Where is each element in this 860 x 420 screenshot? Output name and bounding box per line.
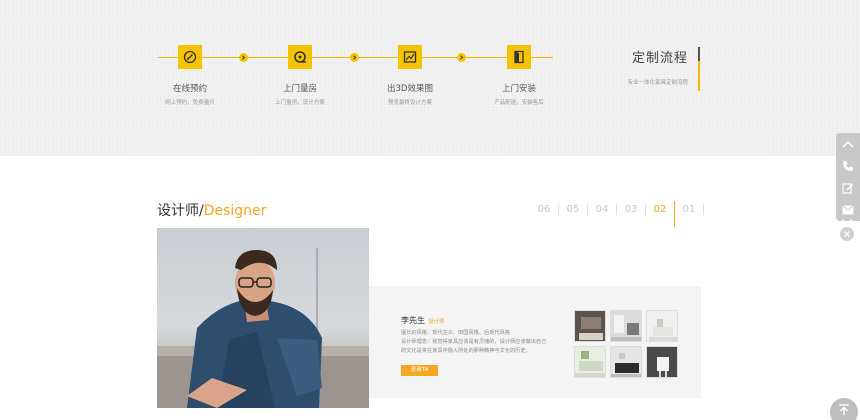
designer-photo [157, 228, 369, 408]
step-title: 上门量房 [282, 84, 317, 94]
back-to-top-icon[interactable] [830, 398, 858, 420]
portfolio-thumbnail[interactable] [574, 346, 606, 378]
process-title-block: 定制流程 专业一体化家具定制流程 [608, 47, 700, 91]
pager-item[interactable]: 04 [588, 205, 617, 215]
portfolio-thumbnail[interactable] [646, 346, 678, 378]
edit-icon[interactable] [836, 177, 860, 199]
tape-measure-icon [288, 45, 312, 69]
designer-pager: 06 05 04 03 02 01 [530, 201, 704, 227]
heading-en: Designer [203, 203, 267, 219]
step-subtitle: 上门量房，设计方案 [275, 100, 325, 106]
step-title: 上门安装 [501, 84, 536, 94]
step-3d-render[interactable]: 出3D效果图 预览最终设计方案 [355, 45, 465, 106]
step-measure[interactable]: 上门量房 上门量房，设计方案 [245, 45, 355, 106]
pager-item[interactable]: 01 [675, 205, 704, 215]
designer-role: 设计师 [428, 319, 445, 325]
portfolio-thumbnail[interactable] [574, 310, 606, 342]
floating-toolbar [836, 133, 860, 221]
pager-item[interactable]: 03 [617, 205, 646, 215]
designer-description: 擅长的风格：现代主义、田园风格、后现代风格 设计师理念：我觉得家具应该是有灵魂的… [401, 330, 547, 354]
process-subtitle: 专业一体化家具定制流程 [627, 80, 688, 86]
step-subtitle: 预览最终设计方案 [387, 100, 432, 106]
designer-info-panel: 李先生 设计师 擅长的风格：现代主义、田园风格、后现代风格 设计师理念：我觉得家具… [369, 286, 701, 398]
portfolio-thumbnail[interactable] [610, 310, 642, 342]
close-icon[interactable] [840, 227, 854, 241]
designer-name: 李先生 [401, 316, 425, 325]
portfolio-thumbnail[interactable] [610, 346, 642, 378]
step-online-booking[interactable]: 在线预约 网上预约，免费量尺 [135, 45, 245, 106]
step-subtitle: 产品配送，安装售后 [494, 100, 544, 106]
accent-bar-dark [698, 47, 700, 61]
heading-cn: 设计师/ [157, 203, 204, 219]
step-title: 出3D效果图 [387, 84, 433, 94]
pager-item-active[interactable]: 02 [646, 201, 675, 227]
phone-icon[interactable] [836, 155, 860, 177]
step-title: 在线预约 [172, 84, 207, 94]
consult-button[interactable]: 咨询TA [401, 365, 438, 376]
step-subtitle: 网上预约，免费量尺 [165, 100, 215, 106]
pen-icon [178, 45, 202, 69]
pager-item[interactable]: 05 [559, 205, 588, 215]
section-heading: 设计师/Designer [157, 200, 266, 220]
process-section: 在线预约 网上预约，免费量尺 上门量房 上门量房，设计方案 出3D效果图 预览最… [0, 0, 860, 156]
chevron-up-icon[interactable] [836, 133, 860, 155]
pager-item[interactable]: 06 [530, 205, 559, 215]
process-title: 定制流程 [631, 51, 688, 66]
door-icon [507, 45, 531, 69]
designer-name-row: 李先生 设计师 [401, 315, 445, 326]
portfolio-thumbnail[interactable] [646, 310, 678, 342]
step-installation[interactable]: 上门安装 产品配送，安装售后 [464, 45, 574, 106]
image-icon [398, 45, 422, 69]
